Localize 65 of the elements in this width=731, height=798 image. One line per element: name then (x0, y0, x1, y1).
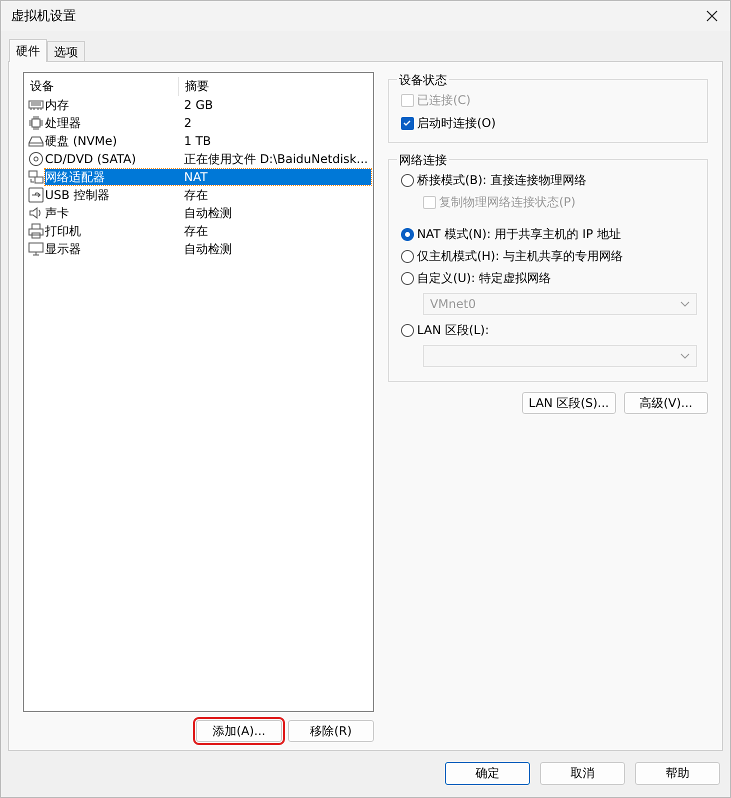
column-header[interactable]: 摘要 (179, 77, 373, 96)
tab[interactable]: 选项 (47, 41, 85, 61)
device-name[interactable]: 处理器 2 (45, 115, 371, 131)
checkbox-label: 复制物理网络连接状态(P) (438, 194, 576, 210)
radio-button[interactable] (400, 324, 414, 336)
dialog-button[interactable]: 取消 (540, 762, 625, 785)
table-cell-text: 硬盘 (NVMe) (45, 132, 118, 150)
table-cell: 存在 (183, 222, 208, 240)
device-name[interactable]: 硬盘 (NVMe) 1 TB (45, 133, 371, 149)
table-cell: NAT (183, 170, 208, 184)
table-cell-text: 网络适配器 (45, 168, 106, 186)
check-icon (402, 118, 412, 128)
dialog-button[interactable]: 帮助 (635, 762, 720, 785)
table-cell-text: 打印机 (45, 222, 82, 240)
table-cell: 自动检测 (183, 204, 232, 222)
table-cell-text: 显示器 (45, 240, 82, 258)
radio-label: 桥接模式(B): 直接连接物理网络 (416, 172, 586, 188)
table-cell: 存在 (183, 186, 208, 204)
checkbox-label: 已连接(C) (416, 92, 471, 108)
radio-button[interactable] (400, 272, 414, 284)
table-cell: 正在使用文件 D:\BaiduNetdisk... (183, 150, 368, 168)
chevron-down-icon (680, 301, 690, 307)
table-cell: 自动检测 (183, 240, 232, 258)
checkbox-label: 启动时连接(O) (416, 114, 496, 132)
table-cell-text: CD/DVD (SATA) (45, 152, 138, 166)
device-name[interactable]: 内存 2 GB (45, 97, 371, 113)
device-name[interactable]: 打印机 存在 (45, 223, 371, 239)
dialog-button[interactable]: 移除(R) (288, 720, 374, 742)
table-cell: 2 GB (183, 98, 213, 112)
radio-label: NAT 模式(N): 用于共享主机的 IP 地址 (416, 226, 621, 242)
radio-label: 仅主机模式(H): 与主机共享的专用网络 (416, 248, 624, 264)
chevron-down-icon (680, 353, 690, 359)
dialog-button[interactable]: 添加(A)... (196, 720, 282, 742)
dialog-button[interactable]: LAN 区段(S)... (522, 392, 616, 414)
printer-icon (28, 223, 44, 239)
device-name[interactable]: 声卡 自动检测 (45, 205, 371, 221)
cd-icon (28, 151, 44, 167)
device-name[interactable]: CD/DVD (SATA) 正在使用文件 D:\BaiduNetdisk... (45, 151, 371, 167)
window-title: 虚拟机设置 (11, 8, 76, 25)
radio-button[interactable] (400, 174, 414, 186)
radio-button[interactable] (400, 228, 414, 240)
table-cell-text: 内存 (45, 96, 70, 114)
network-icon (28, 169, 44, 185)
tab[interactable]: 硬件 (9, 39, 47, 62)
dialog-button[interactable]: 高级(V)... (624, 392, 708, 414)
column-header[interactable]: 设备 (24, 77, 179, 96)
device-name[interactable]: 网络适配器 NAT (45, 169, 371, 185)
radio-label: 自定义(U): 特定虚拟网络 (416, 270, 551, 286)
table-cell-text: 声卡 (45, 204, 70, 222)
usb-icon (28, 187, 44, 203)
table-cell-text: USB 控制器 (45, 186, 110, 204)
dialog-button[interactable]: 确定 (445, 762, 530, 785)
table-cell-text: 处理器 (45, 114, 82, 132)
radio-button[interactable] (400, 250, 414, 262)
group-title: 网络连接 (396, 152, 449, 169)
close-icon[interactable] (706, 10, 718, 22)
table-cell: 1 TB (183, 134, 212, 148)
group-title: 设备状态 (396, 72, 449, 89)
checkbox[interactable] (400, 116, 414, 130)
device-name[interactable]: 显示器 自动检测 (45, 241, 371, 257)
table-cell: 2 (183, 116, 192, 130)
radio-label: LAN 区段(L): (416, 322, 490, 338)
cpu-icon (28, 115, 44, 131)
display-icon (28, 241, 44, 257)
device-name[interactable]: USB 控制器 存在 (45, 187, 371, 203)
